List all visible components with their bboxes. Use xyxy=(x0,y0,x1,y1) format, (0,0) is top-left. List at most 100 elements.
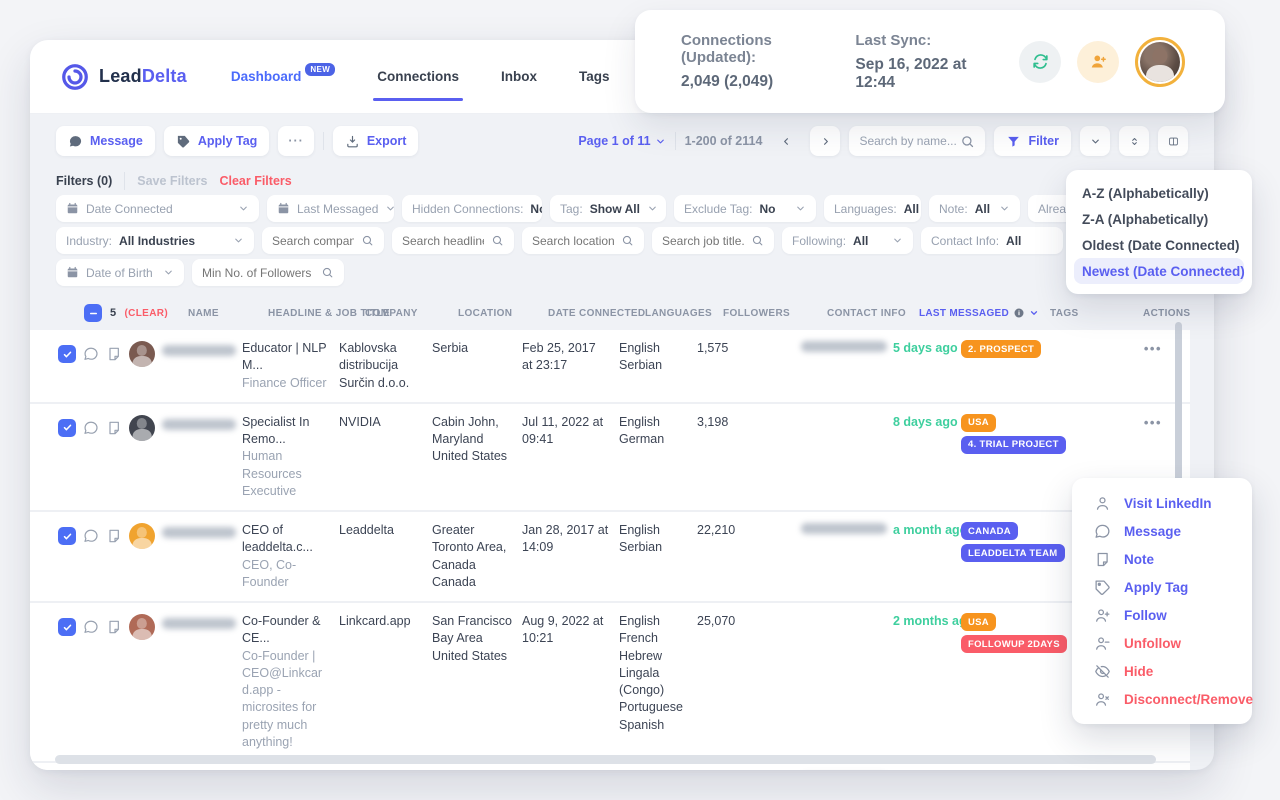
context-menu-follow[interactable]: Follow xyxy=(1072,601,1252,629)
filter-search-1[interactable] xyxy=(262,227,384,254)
page-selector[interactable]: Page 1 of 11 xyxy=(578,134,665,148)
col-header-date-connected[interactable]: DATE CONNECTED xyxy=(548,308,645,319)
context-menu-apply-tag[interactable]: Apply Tag xyxy=(1072,573,1252,601)
sort-option-2[interactable]: Oldest (Date Connected) xyxy=(1074,232,1244,258)
sort-option-0[interactable]: A-Z (Alphabetically) xyxy=(1074,180,1244,206)
chat-icon[interactable] xyxy=(83,420,99,436)
clear-selection-button[interactable]: (CLEAR) xyxy=(124,308,168,319)
filter-search-3[interactable] xyxy=(522,227,644,254)
refresh-button[interactable] xyxy=(1019,41,1061,83)
col-header-contact-info[interactable]: CONTACT INFO xyxy=(827,308,919,319)
horizontal-scrollbar[interactable] xyxy=(55,755,1156,764)
filter-search-input[interactable] xyxy=(532,234,614,248)
filter-chip-date-connected[interactable]: Date Connected xyxy=(56,195,259,222)
cell-name xyxy=(162,613,242,634)
note-icon[interactable] xyxy=(106,619,122,635)
col-header-company[interactable]: COMPANY xyxy=(365,308,458,319)
cell-location: Cabin John, Maryland United States xyxy=(432,414,522,466)
filter-search-1[interactable] xyxy=(192,259,344,286)
next-page-button[interactable] xyxy=(810,126,840,156)
nav-item-inbox[interactable]: Inbox xyxy=(501,40,537,113)
chat-icon[interactable] xyxy=(83,528,99,544)
chat-icon[interactable] xyxy=(83,346,99,362)
row-checkbox[interactable] xyxy=(58,527,76,545)
tag-badge: LEADDELTA TEAM xyxy=(961,544,1065,562)
tag-icon xyxy=(1094,579,1111,596)
filter-search-input[interactable] xyxy=(272,234,354,248)
message-button[interactable]: Message xyxy=(56,126,155,156)
prev-page-button[interactable] xyxy=(771,126,801,156)
context-menu-unfollow[interactable]: Unfollow xyxy=(1072,629,1252,657)
cell-last-messaged: 5 days ago xyxy=(893,340,961,357)
filter-chip-note[interactable]: Note:All xyxy=(929,195,1020,222)
leaddelta-logo[interactable]: LeadDelta xyxy=(60,62,187,92)
nav-item-connections[interactable]: Connections xyxy=(377,40,459,113)
filter-chip-date-of-birth[interactable]: Date of Birth xyxy=(56,259,184,286)
nav-item-tags[interactable]: Tags xyxy=(579,40,610,113)
filter-chip-languages[interactable]: Languages:All xyxy=(824,195,921,222)
calendar-icon xyxy=(66,266,79,279)
filter-search-4[interactable] xyxy=(652,227,774,254)
filter-chip-last-messaged[interactable]: Last Messaged xyxy=(267,195,394,222)
col-header-last-messaged[interactable]: LAST MESSAGED xyxy=(919,307,1039,319)
context-menu-note[interactable]: Note xyxy=(1072,545,1252,573)
columns-button[interactable] xyxy=(1158,126,1188,156)
add-connection-button[interactable] xyxy=(1077,41,1119,83)
cell-last-messaged: 8 days ago xyxy=(893,414,961,431)
table-row[interactable]: Educator | NLP M...Finance Officer Kablo… xyxy=(30,330,1190,402)
user-avatar[interactable] xyxy=(1135,37,1185,87)
chat-icon[interactable] xyxy=(83,619,99,635)
apply-tag-button[interactable]: Apply Tag xyxy=(164,126,270,156)
context-menu-disconnect-remove[interactable]: Disconnect/Remove xyxy=(1072,685,1252,713)
col-header-location[interactable]: LOCATION xyxy=(458,308,548,319)
table-row[interactable]: Specialist In Remo...Human Resources Exe… xyxy=(30,402,1190,510)
filter-chip-exclude-tag[interactable]: Exclude Tag:No xyxy=(674,195,816,222)
sort-option-1[interactable]: Z-A (Alphabetically) xyxy=(1074,206,1244,232)
row-checkbox[interactable] xyxy=(58,345,76,363)
save-filters-button[interactable]: Save Filters xyxy=(137,174,207,188)
nav-item-dashboard[interactable]: DashboardNEW xyxy=(231,40,335,113)
filter-chip-contact-info[interactable]: Contact Info:All xyxy=(921,227,1063,254)
note-icon[interactable] xyxy=(106,528,122,544)
context-menu-message[interactable]: Message xyxy=(1072,517,1252,545)
row-checkbox[interactable] xyxy=(58,618,76,636)
col-header-languages[interactable]: LANGUAGES xyxy=(645,308,723,319)
filter-search-input[interactable] xyxy=(402,234,484,248)
cell-languages: EnglishFrenchHebrewLingala (Congo)Portug… xyxy=(619,613,697,734)
more-actions-button[interactable]: ··· xyxy=(278,126,314,156)
app-window: LeadDelta DashboardNEW Connections Inbox Ta… xyxy=(30,40,1214,770)
bulk-actions: Message Apply Tag ··· Export xyxy=(56,126,418,156)
cell-company: NVIDIA xyxy=(339,414,432,431)
filter-chip-industry[interactable]: Industry:All Industries xyxy=(56,227,254,254)
avatar xyxy=(129,523,155,549)
chevron-down-icon xyxy=(238,203,249,214)
col-header-tags[interactable]: TAGS xyxy=(1050,308,1078,319)
connections-table: Educator | NLP M...Finance Officer Kablo… xyxy=(30,330,1190,770)
col-header-followers[interactable]: FOLLOWERS xyxy=(723,308,827,319)
row-checkbox[interactable] xyxy=(58,419,76,437)
filter-chip-following[interactable]: Following:All xyxy=(782,227,913,254)
clear-filters-button[interactable]: Clear Filters xyxy=(219,174,291,188)
cell-company: Leaddelta xyxy=(339,522,432,539)
search-input[interactable] xyxy=(859,134,956,148)
tag-icon xyxy=(176,134,191,149)
select-all-checkbox[interactable] xyxy=(84,304,102,322)
note-icon[interactable] xyxy=(106,346,122,362)
note-icon[interactable] xyxy=(106,420,122,436)
filter-expand-button[interactable] xyxy=(1080,126,1110,156)
col-header-headline[interactable]: HEADLINE & JOB TITLE xyxy=(268,308,365,319)
col-header-name[interactable]: NAME xyxy=(188,308,268,319)
table-row[interactable]: Co-Founder & CE...Co-Founder | CEO@Linkc… xyxy=(30,601,1190,761)
table-row[interactable]: CEO of leaddelta.c...CEO, Co-Founder Lea… xyxy=(30,510,1190,601)
context-menu-visit-linkedin[interactable]: Visit LinkedIn xyxy=(1072,489,1252,517)
filter-chip-hidden-connections[interactable]: Hidden Connections:No xyxy=(402,195,542,222)
sort-button[interactable] xyxy=(1119,126,1149,156)
filter-search-input[interactable] xyxy=(662,234,744,248)
filter-button[interactable]: Filter xyxy=(994,126,1071,156)
filter-search-2[interactable] xyxy=(392,227,514,254)
sort-option-3[interactable]: Newest (Date Connected) xyxy=(1074,258,1244,284)
export-button[interactable]: Export xyxy=(333,126,419,156)
filter-chip-tag[interactable]: Tag:Show All xyxy=(550,195,666,222)
filter-search-input[interactable] xyxy=(202,266,314,280)
context-menu-hide[interactable]: Hide xyxy=(1072,657,1252,685)
